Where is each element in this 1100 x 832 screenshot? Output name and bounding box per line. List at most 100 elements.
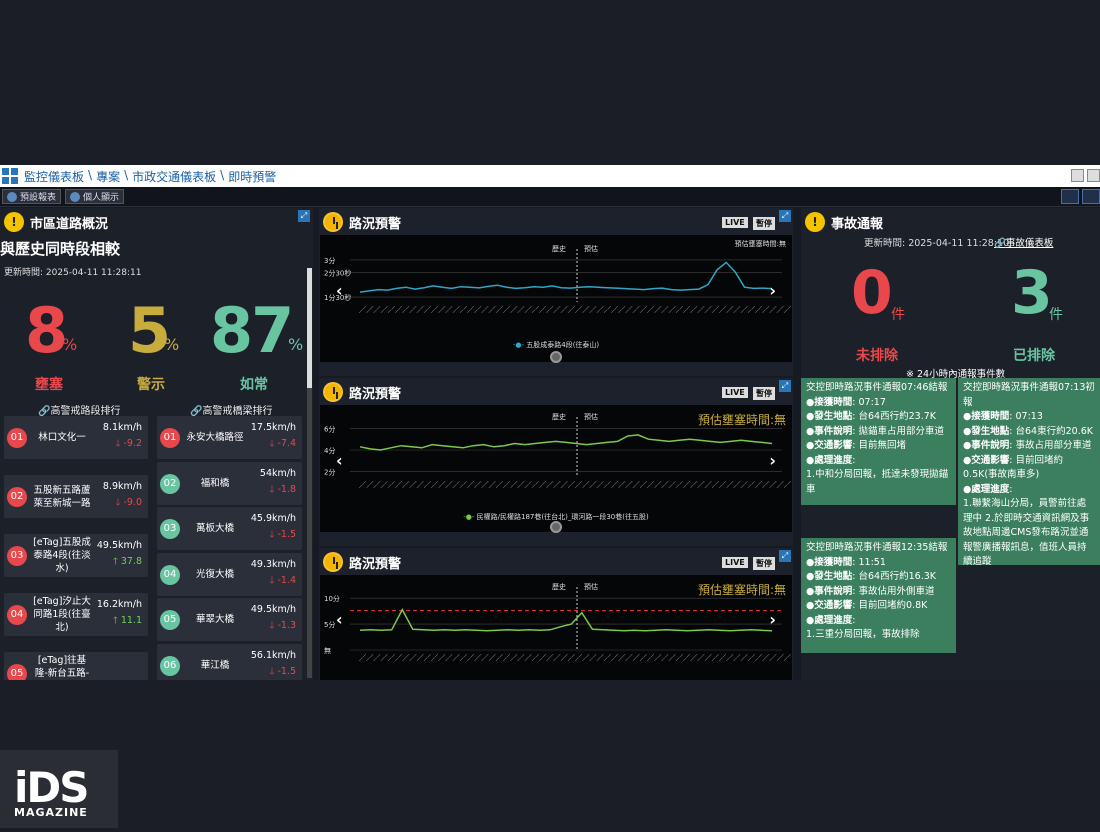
panel-title: 路況預警 [349,216,402,232]
rank-item[interactable]: 04 光復大橋 49.3km/h 🡓 -1.4 [157,552,302,596]
incident-field-label: ●事件說明 [963,440,1010,451]
chart-next-arrow[interactable]: › [769,281,776,300]
normal-percent: 87 [210,294,294,367]
rank-name: 萬板大橋 [195,523,234,534]
resolved-count: 3 [1011,258,1053,328]
rank-item[interactable]: 02 福和橋 54km/h 🡓 -1.8 [157,461,302,505]
rank-number: 05 [7,664,27,680]
incident-field-value: : 11:51 [852,556,886,568]
rank-item[interactable]: 06 華江橋 56.1km/h 🡓 -1.5 [157,643,302,680]
incident-field-value: : 拋錨車占用部分車道 [852,425,945,437]
pause-button[interactable]: 暫停 [753,217,775,230]
incident-field-label: ●接獲時間 [806,556,853,568]
delta-value: -1.8 [277,483,296,495]
rank-item[interactable]: 03 萬板大橋 45.9km/h 🡓 -1.5 [157,507,302,550]
chart-prev-arrow[interactable]: ‹ [336,281,343,300]
maximize-button[interactable] [1087,169,1100,182]
y-tick-label: 10分 [324,594,340,603]
rank-number: 03 [160,519,180,539]
speed-delta: 🡑 11.1 [113,613,142,629]
incident-dashboard-link[interactable]: 🔗事故儀表板 [994,235,1053,249]
incident-field-label: ●交通影響 [806,600,853,611]
breadcrumb-item[interactable]: 監控儀表板 [24,168,84,185]
expand-icon[interactable]: ⤢ [298,210,310,222]
scrollbar[interactable] [307,268,312,678]
rank-item[interactable]: 01 永安大橋路徑 17.5km/h 🡓 -7.4 [157,416,302,459]
scroll-dot[interactable] [550,351,562,363]
legend-marker-icon: -●- [463,513,477,521]
speed-value: 54km/h [259,467,296,479]
personal-display-button[interactable]: 個人顯示 [65,189,125,204]
speed-value: 49.3km/h [250,558,296,570]
panel-title: 路況預警 [349,386,402,402]
rank-item[interactable]: 02 五股新五路蘆萊至新城一路 8.9km/h 🡓 -9.0 [4,475,148,518]
chart-prev-arrow[interactable]: ‹ [336,610,343,629]
chart-legend: -●- 五股成泰路4段(往泰山) [320,340,792,350]
incident-card[interactable]: 交控即時路況事件通報07:46結報 ●接獲時間: 07:17 ●發生地點: 台64西… [801,378,956,505]
bridge-rank-title[interactable]: 🔗高警戒橋梁排行 [190,402,272,417]
pause-button[interactable]: 暫停 [753,387,775,400]
rank-name: [eTag]汐止大同路1段(往臺北) [33,596,91,633]
expand-icon[interactable]: ⤢ [779,550,791,562]
panel-title: 市區道路概況 [30,216,109,232]
clock-icon [323,382,343,402]
breadcrumb: 監控儀表板 \ 專案 \ 市政交通儀表板 \ 即時預警 [24,167,277,185]
breadcrumb-item[interactable]: 專案 [96,168,120,185]
prediction-label: 預估 [584,582,598,591]
incident-field-value: : 事故占用部分車道 [1009,440,1092,451]
delta-value: -1.5 [277,665,296,677]
clock-icon [7,191,17,202]
chart-next-arrow[interactable]: › [769,610,776,629]
road-rank-title[interactable]: 🔗高警戒路段排行 [38,402,120,417]
rank-item[interactable]: 01 林口文化一 8.1km/h 🡓 -9.2 [4,416,148,459]
scroll-dot[interactable] [550,521,562,533]
rank-number: 01 [160,428,180,448]
speed-delta: 🡓 -9.2 [115,436,142,452]
rank-number: 01 [7,428,27,448]
rank-number: 02 [160,473,180,494]
incident-field-value: : [1009,483,1013,495]
rank-number: 03 [7,546,27,566]
breadcrumb-item[interactable]: 市政交通儀表板 [132,168,216,185]
svg-text:MAGAZINE: MAGAZINE [14,806,88,819]
live-button[interactable]: LIVE [722,387,748,398]
chart-next-arrow[interactable]: › [769,451,776,470]
incident-card[interactable]: 交控即時路況事件通報12:35結報 ●接獲時間: 11:51 ●發生地點: 台64西… [801,538,956,653]
rank-name: 華江橋 [200,659,230,671]
breadcrumb-item: 即時預警 [228,169,277,184]
delta-value: 11.1 [120,615,142,626]
expand-icon[interactable]: ⤢ [779,380,791,392]
series-line [359,607,773,632]
warning-label: 警示 [137,377,165,393]
incident-line: ●事件說明: 拋錨車占用部分車道 [806,425,951,440]
history-label: 歷史 [552,412,566,421]
rank-item[interactable]: 04 [eTag]汐止大同路1段(往臺北) 16.2km/h 🡑 11.1 [4,593,148,636]
arrow-up-icon: 🡑 [112,556,121,567]
incident-line: ●處理進度: [806,454,951,469]
speed-delta: 🡓 -1.5 [269,527,296,543]
rank-number: 02 [7,487,27,507]
y-tick-label: 無 [324,646,331,655]
speed-value: 56.1km/h [250,649,296,661]
rank-item[interactable]: 05 華翠大橋 49.5km/h 🡓 -1.3 [157,598,302,641]
incident-field-label: ●交通影響 [806,440,853,451]
ids-magazine-logo: iDS MAGAZINE [0,750,118,828]
incident-card[interactable]: 交控即時路況事件通報07:13初報 ●接獲時間: 07:13 ●發生地點: 台64東… [958,378,1100,565]
live-button[interactable]: LIVE [722,557,748,568]
percent-unit: % [288,335,304,354]
fullscreen-button[interactable] [1082,189,1100,204]
rank-item[interactable]: 03 [eTag]五股成泰路4段(往淡水) 49.5km/h 🡑 37.8 [4,534,148,577]
expand-icon[interactable]: ⤢ [779,210,791,222]
rank-item[interactable]: 05 [eTag]往基隆-新台五路-大同路 [4,652,148,680]
preset-report-button[interactable]: 預設報表 [2,189,62,204]
y-tick-label: 2分30秒 [324,268,351,277]
live-button[interactable]: LIVE [722,217,748,228]
road-overview-panel: ! 市區道路概況 ⤢ 與歷史同時段相較 更新時間: 2025-04-11 11:2… [0,208,313,680]
estimated-congestion-time: 預估壅塞時間:無 [697,413,786,427]
pause-button[interactable]: 暫停 [753,557,775,570]
minimize-button[interactable] [1071,169,1084,182]
chart-prev-arrow[interactable]: ‹ [336,451,343,470]
warning-percent: 5 [128,294,171,367]
settings-button[interactable] [1061,189,1079,204]
rank-name: 林口文化一 [38,432,86,443]
